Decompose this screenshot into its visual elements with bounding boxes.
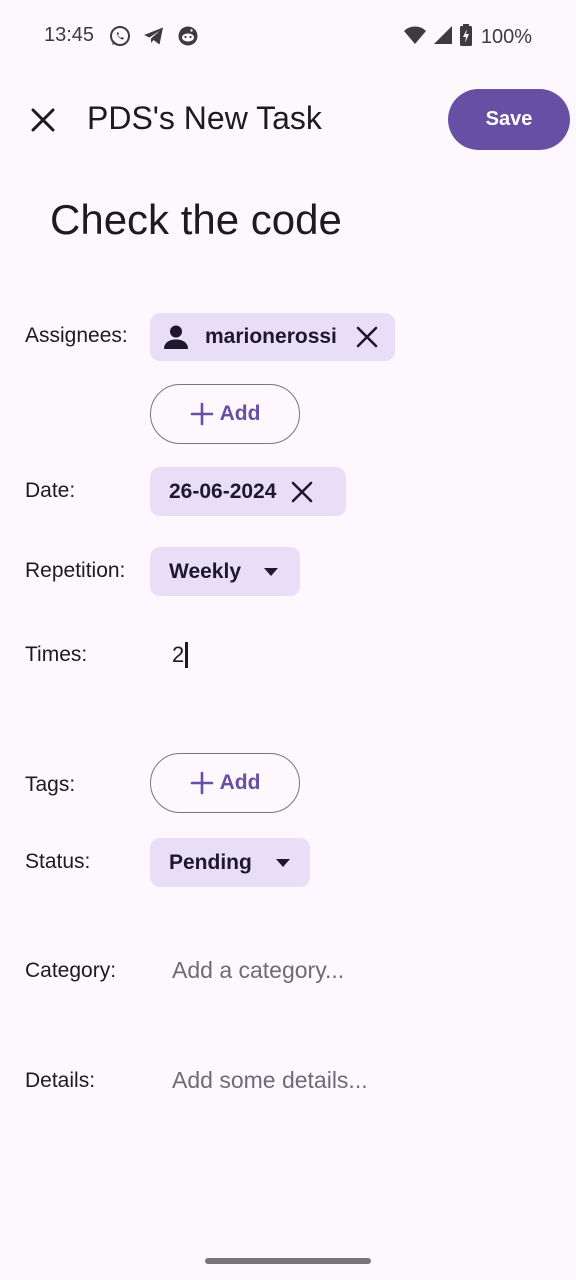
category-input[interactable]: Add a category... <box>172 957 552 984</box>
status-bar: 13:45 100% <box>0 0 576 72</box>
text-cursor <box>185 642 189 668</box>
date-chip[interactable]: 26-06-2024 <box>150 467 346 516</box>
page-title: PDS's New Task <box>87 100 322 136</box>
status-system-icons: 100% <box>403 24 532 51</box>
close-icon <box>31 108 55 132</box>
telegram-icon <box>142 24 166 48</box>
battery-charging-icon <box>459 24 473 51</box>
top-app-bar: PDS's New Task Save <box>0 88 576 152</box>
repetition-dropdown[interactable]: Weekly <box>150 547 300 596</box>
plus-icon <box>190 402 213 426</box>
repetition-label: Repetition: <box>25 559 126 582</box>
tags-label: Tags: <box>25 773 76 796</box>
save-button[interactable]: Save <box>448 89 570 150</box>
status-time: 13:45 <box>44 24 95 46</box>
person-icon <box>164 325 188 349</box>
status-app-icons <box>108 24 200 48</box>
close-icon[interactable] <box>291 481 313 503</box>
details-label: Details: <box>25 1069 96 1092</box>
plus-icon <box>190 771 213 795</box>
status-value: Pending <box>169 850 252 874</box>
add-tag-label: Add <box>219 771 261 794</box>
battery-percentage: 100% <box>480 26 532 48</box>
assignee-chip[interactable]: marionerossi <box>150 313 395 361</box>
date-value: 26-06-2024 <box>169 479 277 503</box>
category-label: Category: <box>25 959 117 982</box>
whatsapp-icon <box>108 24 132 48</box>
cell-signal-icon <box>433 25 453 50</box>
dropdown-arrow-icon <box>264 567 278 576</box>
home-indicator[interactable] <box>205 1258 371 1264</box>
status-dropdown[interactable]: Pending <box>150 838 310 887</box>
reddit-icon <box>176 24 200 48</box>
status-label: Status: <box>25 850 91 873</box>
times-value: 2 <box>172 642 185 667</box>
dropdown-arrow-icon <box>275 858 290 867</box>
assignee-name: marionerossi <box>205 325 337 348</box>
times-label: Times: <box>25 643 88 666</box>
add-tag-button[interactable]: Add <box>150 753 300 813</box>
times-input[interactable]: 2 <box>172 640 189 670</box>
add-assignee-label: Add <box>219 402 261 425</box>
details-input[interactable]: Add some details... <box>172 1067 552 1094</box>
wifi-icon <box>403 24 427 51</box>
close-icon[interactable] <box>356 326 378 348</box>
close-button[interactable] <box>20 97 66 143</box>
add-assignee-button[interactable]: Add <box>150 384 300 444</box>
assignees-label: Assignees: <box>25 324 128 347</box>
task-title[interactable]: Check the code <box>50 196 342 244</box>
date-label: Date: <box>25 479 76 502</box>
repetition-value: Weekly <box>169 559 241 583</box>
